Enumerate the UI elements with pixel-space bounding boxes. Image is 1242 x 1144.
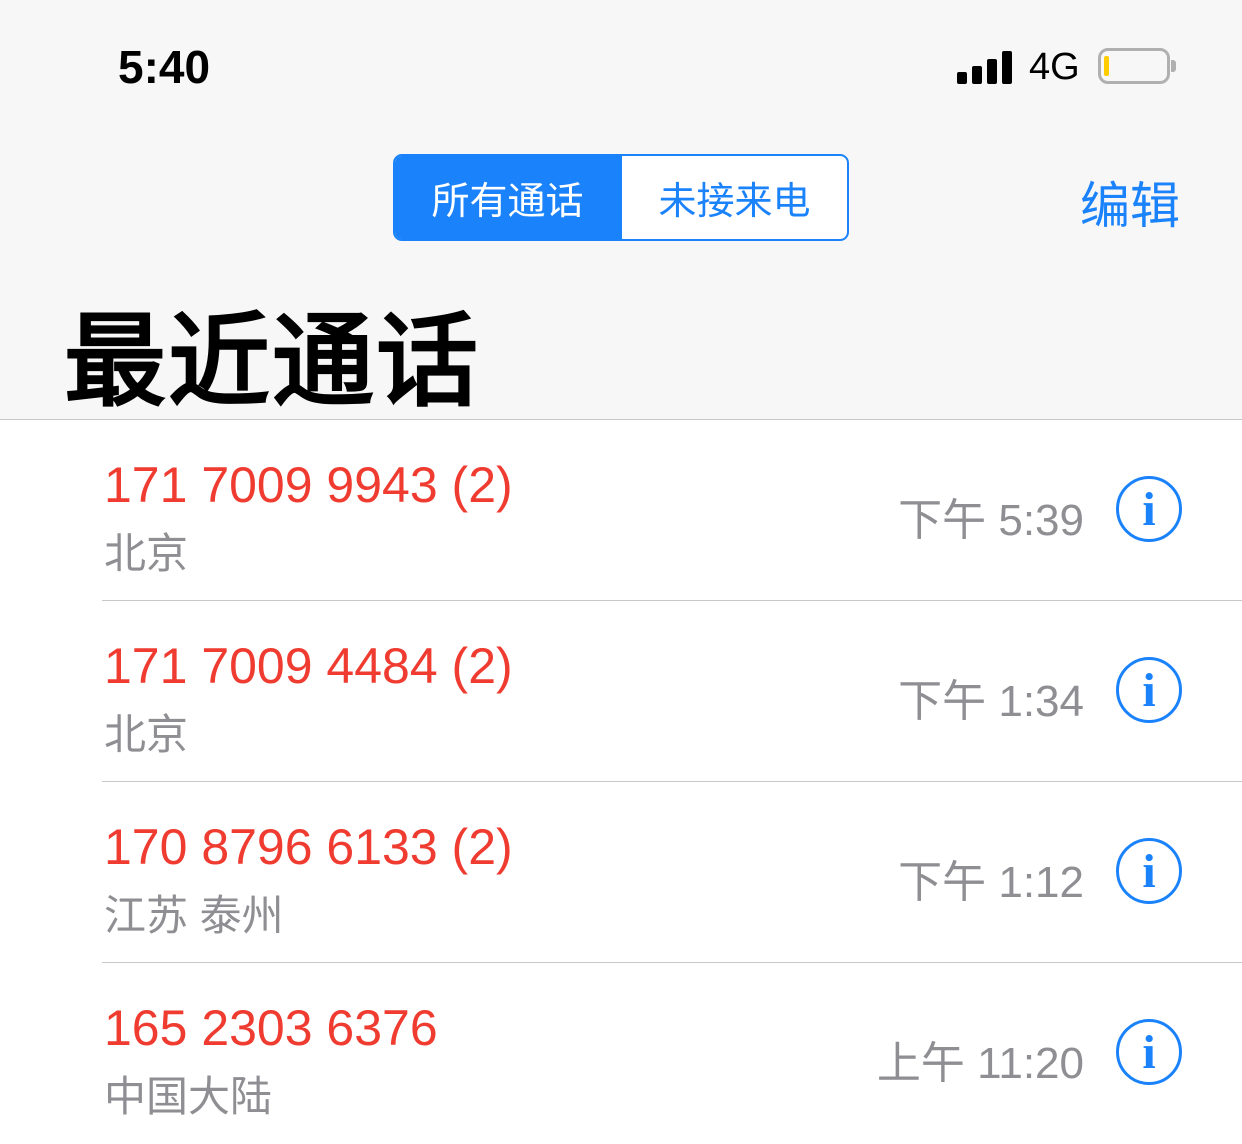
status-bar-time: 5:40 [118,41,211,93]
call-number: 170 8796 6133 (2) [104,819,513,875]
call-time: 上午 11:20 [876,1039,1084,1088]
recent-calls-list: 171 7009 9943 (2) 北京 下午 5:39 i 171 7009 … [0,420,1242,1144]
call-number: 171 7009 9943 (2) [104,457,513,513]
page-title: 最近通话 [64,305,480,419]
info-icon[interactable]: i [1116,657,1182,723]
call-row[interactable]: 170 8796 6133 (2) 江苏 泰州 下午 1:12 i [0,782,1242,963]
signal-strength-icon [957,50,1015,84]
segment-missed-calls[interactable]: 未接来电 [620,156,847,239]
call-location: 中国大陆 [104,1073,273,1120]
call-row[interactable]: 171 7009 9943 (2) 北京 下午 5:39 i [0,420,1242,601]
edit-button[interactable]: 编辑 [1080,166,1180,238]
call-filter-segmented-control[interactable]: 所有通话 未接来电 [393,154,849,241]
info-icon[interactable]: i [1116,476,1182,542]
network-type: 4G [1029,46,1080,88]
battery-level [1104,56,1109,76]
call-number: 165 2303 6376 [104,1000,438,1056]
call-location: 北京 [104,530,189,577]
info-icon[interactable]: i [1116,838,1182,904]
call-time: 下午 1:34 [898,677,1084,726]
call-row[interactable]: 171 7009 4484 (2) 北京 下午 1:34 i [0,601,1242,782]
info-icon[interactable]: i [1116,1019,1182,1085]
call-location: 北京 [104,711,189,758]
call-location: 江苏 泰州 [104,892,284,939]
battery-icon [1098,48,1176,84]
call-time: 下午 5:39 [898,496,1084,545]
call-row[interactable]: 165 2303 6376 中国大陆 上午 11:20 i [0,963,1242,1144]
call-number: 171 7009 4484 (2) [104,638,513,694]
call-time: 下午 1:12 [898,858,1084,907]
segment-all-calls[interactable]: 所有通话 [395,156,620,239]
navigation-header: 5:40 4G 所有通话 未接来电 编辑 最近通话 [0,0,1242,420]
